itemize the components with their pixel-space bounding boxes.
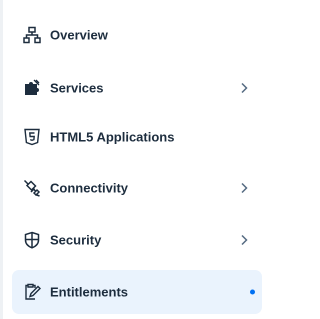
connectivity-icon: [22, 178, 42, 198]
html5-icon: [22, 127, 42, 147]
nav-item-html5-applications[interactable]: HTML5 Applications: [12, 115, 262, 159]
shield-icon: [22, 230, 42, 250]
nav-item-label: Entitlements: [50, 284, 129, 300]
nav-item-entitlements[interactable]: Entitlements: [12, 270, 262, 314]
chevron-right-icon: [240, 234, 248, 246]
puzzle-icon: [22, 78, 42, 98]
entitlements-icon: [22, 282, 42, 302]
side-navigation: Overview Services HTML5 Applications Con…: [0, 0, 265, 319]
chevron-right-icon: [240, 82, 248, 94]
nav-item-overview[interactable]: Overview: [12, 13, 262, 57]
nav-item-label: Overview: [50, 27, 108, 43]
nav-item-label: Security: [50, 232, 102, 248]
selected-indicator-dot: [250, 289, 255, 295]
nav-edge: [0, 0, 3, 319]
sitemap-icon: [22, 25, 42, 45]
nav-item-security[interactable]: Security: [12, 218, 262, 262]
nav-item-services[interactable]: Services: [12, 66, 262, 110]
nav-item-label: Connectivity: [50, 180, 129, 196]
nav-item-label: HTML5 Applications: [50, 129, 175, 145]
nav-item-label: Services: [50, 80, 104, 96]
nav-item-connectivity[interactable]: Connectivity: [12, 166, 262, 210]
chevron-right-icon: [240, 182, 248, 194]
